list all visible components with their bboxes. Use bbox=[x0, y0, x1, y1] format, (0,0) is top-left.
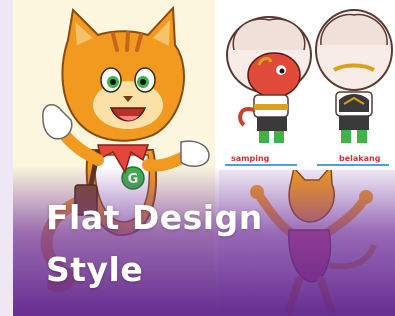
side-view-label: samping bbox=[231, 154, 270, 163]
costume-character-back bbox=[315, 9, 393, 143]
costume-character-side bbox=[226, 16, 312, 143]
card-title[interactable]: Flat Design Style bbox=[46, 192, 263, 296]
title-line-2: Style bbox=[46, 250, 144, 289]
back-view-label: belakang bbox=[339, 154, 381, 163]
costume-character-illustration bbox=[226, 9, 393, 143]
title-line-1: Flat Design bbox=[46, 198, 263, 237]
image-card[interactable]: G bbox=[13, 0, 395, 316]
turnaround-panel: samping belakang bbox=[219, 0, 395, 170]
